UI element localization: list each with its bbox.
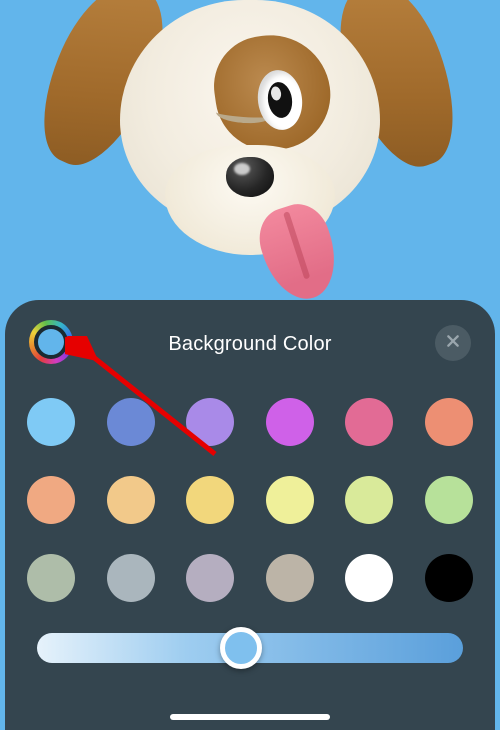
background-color-editor: Background Color [0,0,500,730]
color-swatch-6[interactable] [27,476,75,524]
dog-snout [165,145,335,255]
dog-tongue [251,197,347,309]
memoji-preview [70,0,430,300]
shade-slider[interactable] [37,630,463,666]
color-swatch-15[interactable] [266,554,314,602]
color-swatch-0[interactable] [27,398,75,446]
slider-thumb[interactable] [220,627,262,669]
color-picker-sheet: Background Color [5,300,495,730]
color-swatch-11[interactable] [425,476,473,524]
color-swatch-7[interactable] [107,476,155,524]
color-swatch-12[interactable] [27,554,75,602]
sheet-title: Background Color [168,333,331,356]
color-swatch-4[interactable] [345,398,393,446]
color-swatch-5[interactable] [425,398,473,446]
color-swatch-13[interactable] [107,554,155,602]
sheet-header: Background Color [27,320,473,368]
color-swatch-17[interactable] [425,554,473,602]
color-swatch-grid [27,398,473,602]
home-indicator[interactable] [170,714,330,720]
color-swatch-2[interactable] [186,398,234,446]
color-swatch-9[interactable] [266,476,314,524]
slider-track[interactable] [37,633,463,663]
dog-nose [226,157,274,197]
color-swatch-14[interactable] [186,554,234,602]
color-swatch-8[interactable] [186,476,234,524]
color-wheel-button[interactable] [29,320,73,364]
color-swatch-3[interactable] [266,398,314,446]
color-swatch-1[interactable] [107,398,155,446]
color-swatch-10[interactable] [345,476,393,524]
close-button[interactable] [435,325,471,361]
dog-face [120,0,380,230]
color-swatch-16[interactable] [345,554,393,602]
close-icon [445,333,461,354]
dog-pupil [266,81,295,120]
